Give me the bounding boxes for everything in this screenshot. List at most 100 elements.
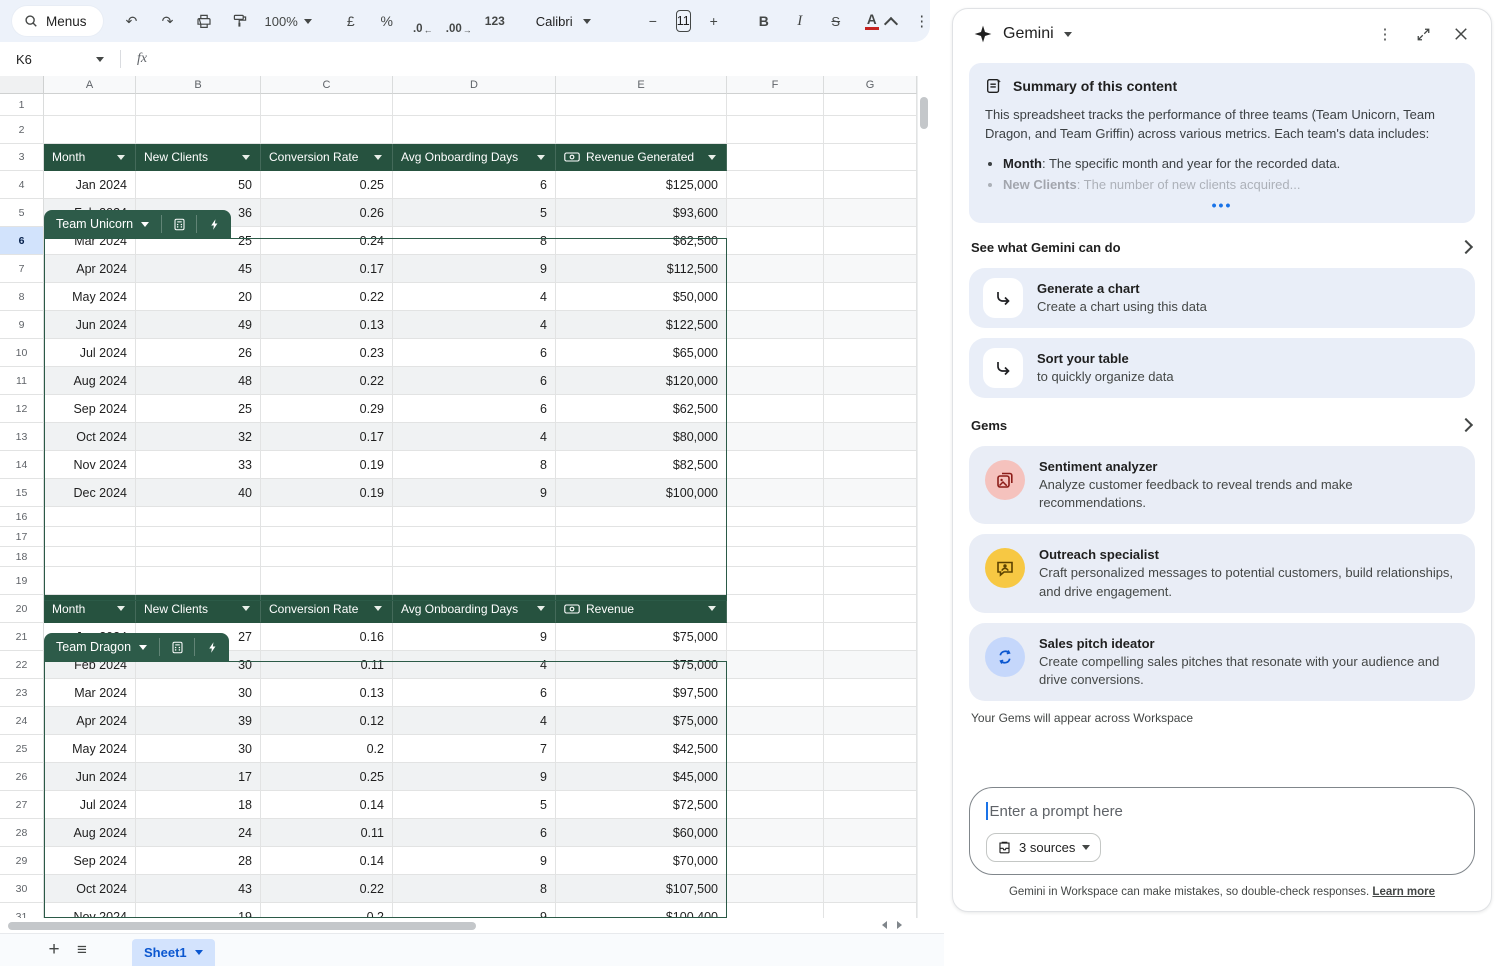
cell[interactable]: 0.2 xyxy=(261,903,393,918)
cell[interactable] xyxy=(824,679,917,707)
cell[interactable] xyxy=(824,819,917,847)
gems-link[interactable]: Gems xyxy=(969,408,1475,446)
cell[interactable]: 9 xyxy=(393,623,556,651)
cell[interactable] xyxy=(727,451,824,479)
cell[interactable] xyxy=(824,623,917,651)
print-button[interactable] xyxy=(187,7,221,35)
cell[interactable]: 0.19 xyxy=(261,479,393,507)
cell[interactable]: $72,500 xyxy=(556,791,727,819)
cell[interactable]: 6 xyxy=(393,171,556,199)
row-header[interactable]: 14 xyxy=(0,451,44,479)
cell[interactable] xyxy=(824,116,917,144)
cell[interactable]: Jun 2024 xyxy=(44,763,136,791)
cell[interactable] xyxy=(727,479,824,507)
cell[interactable]: 5 xyxy=(393,791,556,819)
column-header-a[interactable]: A xyxy=(44,76,136,94)
cell[interactable] xyxy=(824,547,917,567)
cell[interactable]: 24 xyxy=(136,819,261,847)
cell[interactable]: 0.17 xyxy=(261,423,393,451)
table-column-header[interactable]: New Clients xyxy=(136,144,261,171)
cell[interactable]: 39 xyxy=(136,707,261,735)
table-column-header[interactable]: Conversion Rate xyxy=(261,144,393,171)
menus-search-button[interactable]: Menus xyxy=(12,6,103,36)
cell[interactable] xyxy=(727,116,824,144)
cell[interactable]: 48 xyxy=(136,367,261,395)
column-header-b[interactable]: B xyxy=(136,76,261,94)
cell[interactable]: 40 xyxy=(136,479,261,507)
table-column-header[interactable]: Avg Onboarding Days xyxy=(393,595,556,623)
cell[interactable] xyxy=(44,116,136,144)
row-header[interactable]: 9 xyxy=(0,311,44,339)
row-header[interactable]: 23 xyxy=(0,679,44,707)
row-header[interactable]: 26 xyxy=(0,763,44,791)
cell[interactable]: 18 xyxy=(136,791,261,819)
cell[interactable] xyxy=(824,507,917,527)
row-header[interactable]: 4 xyxy=(0,171,44,199)
chevron-down-icon[interactable] xyxy=(374,606,382,611)
cell[interactable]: $42,500 xyxy=(556,735,727,763)
cell[interactable]: $70,000 xyxy=(556,847,727,875)
row-header[interactable]: 10 xyxy=(0,339,44,367)
cell[interactable]: 0.11 xyxy=(261,819,393,847)
cell[interactable]: 0.23 xyxy=(261,339,393,367)
cell[interactable]: 0.13 xyxy=(261,679,393,707)
learn-more-link[interactable]: Learn more xyxy=(1372,886,1435,898)
row-header[interactable]: 22 xyxy=(0,651,44,679)
row-header[interactable]: 11 xyxy=(0,367,44,395)
cell[interactable]: Sep 2024 xyxy=(44,847,136,875)
currency-format-button[interactable]: £ xyxy=(334,7,368,35)
cell[interactable] xyxy=(727,255,824,283)
decrease-decimal-button[interactable]: .0← xyxy=(406,7,440,35)
suggestion-generate-a-chart[interactable]: Generate a chartCreate a chart using thi… xyxy=(969,268,1475,328)
cell[interactable] xyxy=(727,903,824,918)
cell[interactable] xyxy=(727,567,824,595)
cell[interactable] xyxy=(727,527,824,547)
cell[interactable] xyxy=(727,595,824,623)
cell[interactable] xyxy=(261,116,393,144)
panel-more-options-button[interactable]: ⋮ xyxy=(1371,20,1399,48)
cell[interactable] xyxy=(824,367,917,395)
cell[interactable]: 4 xyxy=(393,423,556,451)
cell[interactable]: Sep 2024 xyxy=(44,395,136,423)
cell[interactable]: 9 xyxy=(393,255,556,283)
paint-format-button[interactable] xyxy=(223,7,257,35)
row-header[interactable]: 6 xyxy=(0,227,44,255)
table-ai-button[interactable] xyxy=(197,210,231,238)
cell[interactable]: 0.26 xyxy=(261,199,393,227)
cell[interactable]: $75,000 xyxy=(556,707,727,735)
cell[interactable]: $107,500 xyxy=(556,875,727,903)
table-column-header[interactable]: Month xyxy=(44,144,136,171)
cell[interactable]: 0.17 xyxy=(261,255,393,283)
cell[interactable] xyxy=(136,116,261,144)
font-family-select[interactable]: Calibri xyxy=(528,14,620,29)
cell[interactable] xyxy=(727,547,824,567)
cell[interactable] xyxy=(824,395,917,423)
row-header[interactable]: 29 xyxy=(0,847,44,875)
horizontal-scrollbar[interactable] xyxy=(0,918,930,933)
scroll-left-icon[interactable] xyxy=(882,921,887,929)
cell[interactable]: 30 xyxy=(136,679,261,707)
cell[interactable]: 0.22 xyxy=(261,875,393,903)
gem-sentiment-analyzer[interactable]: Sentiment analyzerAnalyze customer feedb… xyxy=(969,446,1475,525)
cell[interactable]: 0.22 xyxy=(261,367,393,395)
sources-chip[interactable]: 3 sources xyxy=(986,833,1101,862)
cell[interactable]: 8 xyxy=(393,227,556,255)
cell[interactable] xyxy=(261,94,393,116)
cell[interactable] xyxy=(727,367,824,395)
cell[interactable]: $80,000 xyxy=(556,423,727,451)
font-size-input[interactable]: 11 xyxy=(676,10,691,32)
cell[interactable] xyxy=(824,847,917,875)
decrease-font-size-button[interactable]: − xyxy=(636,7,670,35)
cell[interactable] xyxy=(824,791,917,819)
cell[interactable] xyxy=(136,527,261,547)
cell[interactable] xyxy=(136,567,261,595)
chevron-down-icon[interactable] xyxy=(242,606,250,611)
cell[interactable] xyxy=(556,547,727,567)
cell[interactable]: Jul 2024 xyxy=(44,339,136,367)
row-header[interactable]: 12 xyxy=(0,395,44,423)
undo-button[interactable]: ↶ xyxy=(115,7,149,35)
cell[interactable]: 26 xyxy=(136,339,261,367)
cell[interactable]: 0.19 xyxy=(261,451,393,479)
cell[interactable]: Apr 2024 xyxy=(44,707,136,735)
row-header[interactable]: 15 xyxy=(0,479,44,507)
